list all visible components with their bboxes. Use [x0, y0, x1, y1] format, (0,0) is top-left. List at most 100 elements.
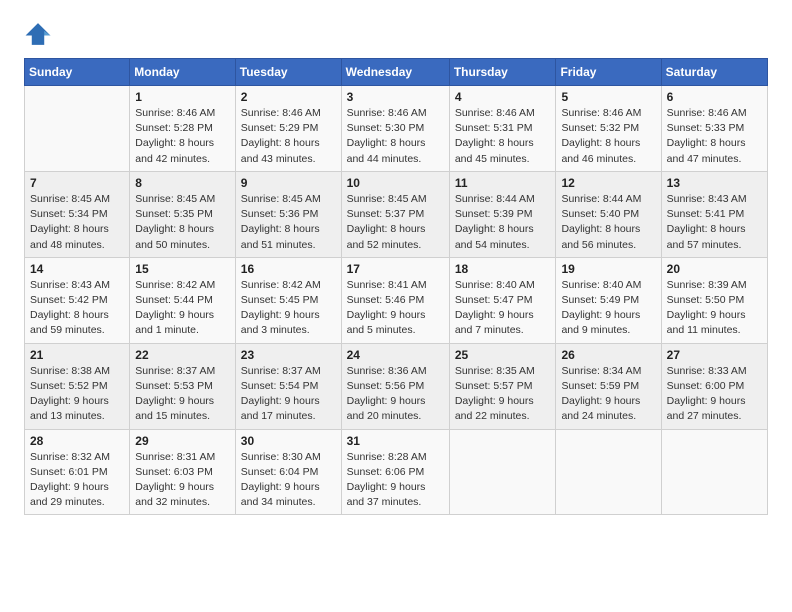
calendar-cell: 23Sunrise: 8:37 AMSunset: 5:54 PMDayligh…	[235, 343, 341, 429]
calendar-cell: 31 Sunrise: 8:28 AMSunset: 6:06 PMDayligh…	[341, 429, 449, 515]
day-detail: Sunrise: 8:38 AMSunset: 5:52 PMDaylight:…	[30, 364, 124, 425]
logo-icon	[24, 20, 52, 48]
calendar-cell: 8Sunrise: 8:45 AMSunset: 5:35 PMDaylight…	[130, 171, 236, 257]
day-detail: Sunrise: 8:46 AMSunset: 5:30 PMDaylight:…	[347, 106, 444, 167]
day-number: 3	[347, 90, 444, 104]
calendar-cell: 4 Sunrise: 8:46 AMSunset: 5:31 PMDaylight…	[449, 86, 556, 172]
page: SundayMondayTuesdayWednesdayThursdayFrid…	[0, 0, 792, 612]
calendar-cell: 30Sunrise: 8:30 AMSunset: 6:04 PMDayligh…	[235, 429, 341, 515]
day-detail: Sunrise: 8:40 AMSunset: 5:49 PMDaylight:…	[561, 278, 655, 339]
day-detail: Sunrise: 8:42 AMSunset: 5:45 PMDaylight:…	[241, 278, 336, 339]
day-detail: Sunrise: 8:37 AMSunset: 5:53 PMDaylight:…	[135, 364, 230, 425]
day-number: 19	[561, 262, 655, 276]
calendar-cell: 28 Sunrise: 8:32 AMSunset: 6:01 PMDayligh…	[25, 429, 130, 515]
calendar-cell	[25, 86, 130, 172]
calendar-cell: 6Sunrise: 8:46 AMSunset: 5:33 PMDaylight…	[661, 86, 767, 172]
day-detail: Sunrise: 8:34 AMSunset: 5:59 PMDaylight:…	[561, 364, 655, 425]
weekday-header-monday: Monday	[130, 59, 236, 86]
day-number: 5	[561, 90, 655, 104]
day-detail: Sunrise: 8:46 AMSunset: 5:29 PMDaylight:…	[241, 106, 336, 167]
day-detail: Sunrise: 8:45 AMSunset: 5:35 PMDaylight:…	[135, 192, 230, 253]
calendar-cell: 19 Sunrise: 8:40 AMSunset: 5:49 PMDayligh…	[556, 257, 661, 343]
day-detail: Sunrise: 8:45 AMSunset: 5:37 PMDaylight:…	[347, 192, 444, 253]
calendar-table: SundayMondayTuesdayWednesdayThursdayFrid…	[24, 58, 768, 515]
day-detail: Sunrise: 8:42 AMSunset: 5:44 PMDaylight:…	[135, 278, 230, 339]
calendar-cell: 11 Sunrise: 8:44 AMSunset: 5:39 PMDayligh…	[449, 171, 556, 257]
day-number: 13	[667, 176, 762, 190]
day-number: 14	[30, 262, 124, 276]
day-number: 20	[667, 262, 762, 276]
day-detail: Sunrise: 8:44 AMSunset: 5:40 PMDaylight:…	[561, 192, 655, 253]
calendar-cell: 24 Sunrise: 8:36 AMSunset: 5:56 PMDayligh…	[341, 343, 449, 429]
calendar-cell: 20 Sunrise: 8:39 AMSunset: 5:50 PMDayligh…	[661, 257, 767, 343]
calendar-cell: 9Sunrise: 8:45 AMSunset: 5:36 PMDaylight…	[235, 171, 341, 257]
day-number: 31	[347, 434, 444, 448]
calendar-cell: 1 Sunrise: 8:46 AMSunset: 5:28 PMDaylight…	[130, 86, 236, 172]
day-number: 29	[135, 434, 230, 448]
day-number: 7	[30, 176, 124, 190]
weekday-header-tuesday: Tuesday	[235, 59, 341, 86]
calendar-cell: 21 Sunrise: 8:38 AMSunset: 5:52 PMDayligh…	[25, 343, 130, 429]
calendar-cell	[556, 429, 661, 515]
calendar-cell: 17 Sunrise: 8:41 AMSunset: 5:46 PMDayligh…	[341, 257, 449, 343]
day-detail: Sunrise: 8:33 AMSunset: 6:00 PMDaylight:…	[667, 364, 762, 425]
calendar-cell: 29 Sunrise: 8:31 AMSunset: 6:03 PMDayligh…	[130, 429, 236, 515]
day-number: 24	[347, 348, 444, 362]
day-detail: Sunrise: 8:45 AMSunset: 5:34 PMDaylight:…	[30, 192, 124, 253]
day-detail: Sunrise: 8:43 AMSunset: 5:42 PMDaylight:…	[30, 278, 124, 339]
day-number: 15	[135, 262, 230, 276]
day-detail: Sunrise: 8:46 AMSunset: 5:32 PMDaylight:…	[561, 106, 655, 167]
day-number: 17	[347, 262, 444, 276]
calendar-cell: 26Sunrise: 8:34 AMSunset: 5:59 PMDayligh…	[556, 343, 661, 429]
day-detail: Sunrise: 8:41 AMSunset: 5:46 PMDaylight:…	[347, 278, 444, 339]
calendar-cell: 18Sunrise: 8:40 AMSunset: 5:47 PMDayligh…	[449, 257, 556, 343]
week-row-0: 1 Sunrise: 8:46 AMSunset: 5:28 PMDaylight…	[25, 86, 768, 172]
day-number: 25	[455, 348, 551, 362]
day-detail: Sunrise: 8:37 AMSunset: 5:54 PMDaylight:…	[241, 364, 336, 425]
weekday-header-friday: Friday	[556, 59, 661, 86]
week-row-3: 21 Sunrise: 8:38 AMSunset: 5:52 PMDayligh…	[25, 343, 768, 429]
day-number: 12	[561, 176, 655, 190]
calendar-cell: 10 Sunrise: 8:45 AMSunset: 5:37 PMDayligh…	[341, 171, 449, 257]
calendar-cell: 14 Sunrise: 8:43 AMSunset: 5:42 PMDayligh…	[25, 257, 130, 343]
week-row-4: 28 Sunrise: 8:32 AMSunset: 6:01 PMDayligh…	[25, 429, 768, 515]
day-number: 16	[241, 262, 336, 276]
weekday-header-row: SundayMondayTuesdayWednesdayThursdayFrid…	[25, 59, 768, 86]
calendar-cell: 2 Sunrise: 8:46 AMSunset: 5:29 PMDaylight…	[235, 86, 341, 172]
day-detail: Sunrise: 8:31 AMSunset: 6:03 PMDaylight:…	[135, 450, 230, 511]
calendar-cell	[449, 429, 556, 515]
weekday-header-saturday: Saturday	[661, 59, 767, 86]
day-detail: Sunrise: 8:39 AMSunset: 5:50 PMDaylight:…	[667, 278, 762, 339]
day-detail: Sunrise: 8:44 AMSunset: 5:39 PMDaylight:…	[455, 192, 551, 253]
day-number: 10	[347, 176, 444, 190]
day-number: 18	[455, 262, 551, 276]
calendar-cell: 22Sunrise: 8:37 AMSunset: 5:53 PMDayligh…	[130, 343, 236, 429]
day-number: 6	[667, 90, 762, 104]
day-number: 9	[241, 176, 336, 190]
day-number: 27	[667, 348, 762, 362]
weekday-header-sunday: Sunday	[25, 59, 130, 86]
week-row-2: 14 Sunrise: 8:43 AMSunset: 5:42 PMDayligh…	[25, 257, 768, 343]
day-number: 30	[241, 434, 336, 448]
week-row-1: 7 Sunrise: 8:45 AMSunset: 5:34 PMDaylight…	[25, 171, 768, 257]
calendar-cell	[661, 429, 767, 515]
calendar-cell: 5 Sunrise: 8:46 AMSunset: 5:32 PMDaylight…	[556, 86, 661, 172]
day-number: 28	[30, 434, 124, 448]
day-detail: Sunrise: 8:46 AMSunset: 5:28 PMDaylight:…	[135, 106, 230, 167]
calendar-cell: 12 Sunrise: 8:44 AMSunset: 5:40 PMDayligh…	[556, 171, 661, 257]
day-detail: Sunrise: 8:35 AMSunset: 5:57 PMDaylight:…	[455, 364, 551, 425]
day-number: 11	[455, 176, 551, 190]
day-detail: Sunrise: 8:28 AMSunset: 6:06 PMDaylight:…	[347, 450, 444, 511]
day-detail: Sunrise: 8:43 AMSunset: 5:41 PMDaylight:…	[667, 192, 762, 253]
header	[24, 20, 768, 48]
day-detail: Sunrise: 8:32 AMSunset: 6:01 PMDaylight:…	[30, 450, 124, 511]
day-number: 1	[135, 90, 230, 104]
day-detail: Sunrise: 8:36 AMSunset: 5:56 PMDaylight:…	[347, 364, 444, 425]
calendar-cell: 16 Sunrise: 8:42 AMSunset: 5:45 PMDayligh…	[235, 257, 341, 343]
day-number: 21	[30, 348, 124, 362]
calendar-cell: 27 Sunrise: 8:33 AMSunset: 6:00 PMDayligh…	[661, 343, 767, 429]
weekday-header-wednesday: Wednesday	[341, 59, 449, 86]
day-detail: Sunrise: 8:46 AMSunset: 5:31 PMDaylight:…	[455, 106, 551, 167]
day-number: 4	[455, 90, 551, 104]
day-number: 2	[241, 90, 336, 104]
